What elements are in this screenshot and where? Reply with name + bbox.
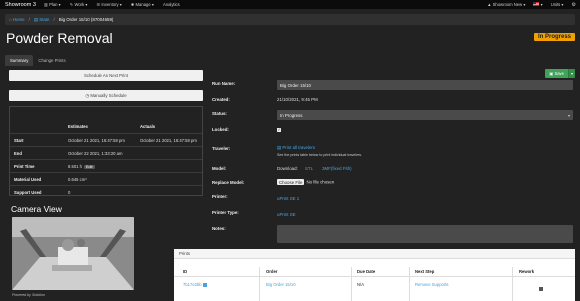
nav-inventory[interactable]: ☰ Inventory ▾ — [96, 2, 121, 7]
print-travelers-link[interactable]: ▤ Print all travelers — [277, 145, 315, 151]
user-menu[interactable]: ▲ Showroom New ▾ — [487, 2, 525, 7]
status-select[interactable]: In Progress ▾ — [277, 110, 573, 120]
model-download: Download: STL 3MF(fixed Fith) — [277, 166, 352, 171]
print-id-link[interactable]: 7b17e2bb — [183, 282, 207, 287]
table-row: End October 22 2021, 1:33:20 am — [10, 146, 202, 159]
camera-feed-image — [12, 217, 134, 290]
run-name-label: Run Name: — [212, 81, 236, 86]
printer-link[interactable]: uPrint SE 1 — [277, 196, 299, 201]
locked-checkbox[interactable] — [277, 127, 281, 132]
page-title: Powder Removal — [6, 30, 113, 46]
printer-type-link[interactable]: uPrint SE — [277, 212, 296, 217]
download-3mf-link[interactable]: 3MF(fixed Fith) — [322, 166, 352, 171]
nav-manage[interactable]: ✱ Manage ▾ — [131, 2, 154, 7]
breadcrumb-home[interactable]: ⌂ Home — [9, 17, 25, 22]
top-navbar: Showroom 3 ▥ Plan ▾ ✎ Work ▾ ☰ Inventory… — [0, 0, 580, 9]
choose-file-button[interactable]: Choose File — [277, 179, 305, 185]
table-header: Estimates Actuals — [10, 120, 202, 133]
notes-textarea[interactable] — [277, 225, 573, 243]
column-divider — [259, 267, 260, 301]
replace-model-file: Choose File No file chosen — [277, 179, 335, 185]
units-menu[interactable]: Units ▾ — [551, 2, 564, 7]
breadcrumb: ⌂ Home / ▤ State / Big Order 15/10 (8700… — [5, 14, 575, 25]
us-flag-icon — [533, 2, 540, 6]
column-divider — [409, 267, 410, 301]
col-order: Order — [266, 269, 278, 274]
prints-table-header: ID Order Due Date Next Step Rework — [174, 267, 575, 277]
traveler-label: Traveler: — [212, 146, 231, 151]
schedule-next-button[interactable]: Schedule As Next Print — [9, 70, 203, 81]
col-next-step: Next Step — [415, 269, 435, 274]
breadcrumb-current: Big Order 15/10 (87004659) — [58, 17, 114, 22]
table-row: Support Used 0 — [10, 185, 202, 198]
rework-checkbox[interactable] — [539, 287, 543, 291]
powered-by-text: Powered by Solution — [12, 293, 45, 297]
nav-plan[interactable]: ▥ Plan ▾ — [44, 2, 61, 7]
notes-label: Notes: — [212, 226, 226, 231]
prints-heading: Prints — [174, 249, 575, 259]
locked-label: Locked: — [212, 127, 229, 132]
breadcrumb-separator: / — [53, 17, 55, 22]
column-divider — [512, 267, 513, 301]
breadcrumb-state[interactable]: ▤ State — [34, 17, 50, 23]
status-badge: In Progress — [533, 33, 575, 41]
table-row: Start October 21 2021, 16:47:58 pm Octob… — [10, 133, 202, 146]
col-due-date: Due Date — [357, 269, 376, 274]
model-label: Model: — [212, 166, 227, 171]
header-estimates: Estimates — [68, 124, 88, 129]
created-label: Created: — [212, 97, 230, 102]
manual-schedule-button[interactable]: ◷ Manually Schedule — [9, 90, 203, 101]
tab-summary[interactable]: Summary — [5, 55, 34, 66]
col-rework: Rework — [519, 269, 535, 274]
header-actuals: Actuals — [140, 124, 156, 129]
created-value: 21/10/2021, 9:45 PM — [277, 97, 318, 102]
table-row: Print Time 8.501 h Edit — [10, 159, 202, 172]
column-divider — [351, 267, 352, 301]
brand-logo[interactable]: Showroom 3 — [0, 2, 44, 8]
prints-panel: Prints ID Order Due Date Next Step Rewor… — [174, 249, 575, 301]
breadcrumb-separator: / — [28, 17, 30, 22]
download-stl-link[interactable]: STL — [305, 166, 313, 171]
print-order-link[interactable]: Big Order 15/10 — [266, 282, 296, 287]
table-row: Material Used 0.645 cm³ — [10, 172, 202, 185]
settings-icon[interactable]: ⚙ — [572, 2, 576, 8]
print-next-step-link[interactable]: Remove Supports — [415, 282, 449, 287]
copy-icon — [202, 282, 207, 287]
save-button-group: ▣ Save ▾ — [545, 69, 575, 78]
printer-type-label: Printer Type: — [212, 210, 239, 215]
tab-bar: Summary Change Prints — [5, 55, 71, 66]
status-label: Status: — [212, 111, 227, 116]
save-dropdown-toggle[interactable]: ▾ — [567, 69, 575, 78]
col-id: ID — [183, 269, 188, 274]
table-row: 7b17e2bb Big Order 15/10 N/A Remove Supp… — [174, 280, 575, 292]
nav-analytics[interactable]: Analytics — [163, 2, 180, 7]
estimates-table: Estimates Actuals Start October 21 2021,… — [9, 106, 203, 196]
replace-model-label: Replace Model: — [212, 180, 245, 185]
camera-heading: Camera View — [11, 204, 62, 214]
nav-work[interactable]: ✎ Work ▾ — [70, 2, 88, 7]
tab-change-prints[interactable]: Change Prints — [33, 55, 70, 66]
run-name-input[interactable]: Big Order 15/10 — [277, 80, 573, 90]
language-menu[interactable]: ▾ — [533, 2, 543, 7]
chevron-down-icon: ▾ — [567, 112, 570, 118]
printer-label: Printer: — [212, 194, 228, 199]
save-button[interactable]: ▣ Save — [545, 69, 568, 78]
traveler-note: See the prints table below to print indi… — [277, 153, 363, 157]
print-due-date: N/A — [357, 282, 364, 287]
edit-badge[interactable]: Edit — [83, 164, 95, 169]
